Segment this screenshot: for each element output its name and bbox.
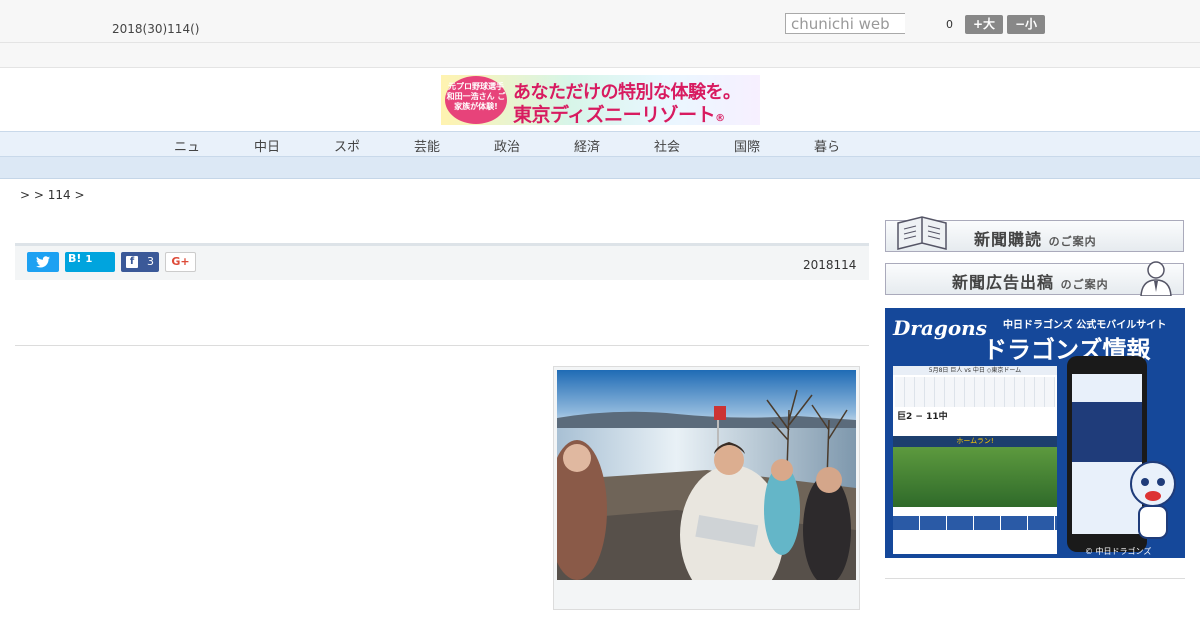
nav-item-9[interactable]: 暮ら (807, 136, 847, 155)
twitter-icon (36, 256, 50, 268)
search-input[interactable] (785, 13, 905, 34)
phone-hero-image (1072, 402, 1142, 462)
advertising-button[interactable]: 新聞広告出稿 のご案内 (885, 261, 1184, 296)
dragons-logo: Dragons (893, 316, 987, 340)
hatena-bookmark-button[interactable]: B! 1 (65, 252, 115, 272)
lake-shore-photo (557, 370, 856, 580)
facebook-icon: f (126, 256, 138, 268)
current-date: 2018(30)114() (112, 22, 200, 36)
subscription-label: 新聞購読 のご案内 (974, 226, 1097, 250)
businessman-icon (1140, 261, 1172, 296)
subscription-button[interactable]: 新聞購読 のご案内 (885, 216, 1184, 252)
nav-item-6[interactable]: 経済 (567, 136, 607, 155)
scoreboard-screen: 5月8日 巨人 vs 中日 ◇東京ドーム 巨2 − 11中 ホームラン! (893, 366, 1057, 554)
article-photo[interactable] (557, 370, 856, 580)
facebook-share-button[interactable]: f 3 (121, 252, 159, 272)
nav-item-1[interactable]: ニュ (167, 136, 207, 155)
google-plus-button[interactable]: G+ (165, 252, 196, 272)
dragons-mobile-ad[interactable]: Dragons 中日ドラゴンズ 公式モバイルサイト ドラゴンズ情報 5月8日 巨… (885, 308, 1185, 558)
dragons-copyright: © 中日ドラゴンズ (1085, 547, 1152, 556)
nav-item-7[interactable]: 社会 (647, 136, 687, 155)
banner-brand: 東京ディズニーリゾート® (513, 100, 725, 125)
font-smaller-button[interactable]: −小 (1007, 15, 1045, 34)
article-date: 2018114 (803, 258, 857, 272)
inning-table (895, 377, 1055, 407)
hatena-count: 1 (85, 254, 93, 265)
nav-item-4[interactable]: 芸能 (407, 136, 447, 155)
homerun-banner: ホームラン! (893, 436, 1057, 447)
nav-item-5[interactable]: 政治 (487, 136, 527, 155)
font-larger-button[interactable]: +大 (965, 15, 1003, 34)
sub-header-band (0, 43, 1200, 68)
mascot-dorarara (1125, 458, 1181, 542)
sub-nav (0, 157, 1200, 179)
nav-item-8[interactable]: 国際 (727, 136, 767, 155)
dragons-headline-small: 中日ドラゴンズ 公式モバイルサイト (1003, 320, 1167, 331)
registered-mark: ® (715, 113, 725, 124)
banner-brand-text: 東京ディズニーリゾート (513, 104, 716, 125)
nav-item-2[interactable]: 中日 (247, 136, 287, 155)
counter: 0 (946, 18, 953, 31)
menu-strip (893, 516, 1057, 530)
twitter-share-button[interactable] (27, 252, 59, 272)
disney-banner-ad[interactable]: 元プロ野球選手 和田一浩さん ご家族が体験! あなただけの特別な体験を。 東京デ… (441, 75, 760, 125)
breadcrumb[interactable]: > > 114 > (20, 188, 85, 202)
main-nav: ニュ 中日 スポ 芸能 政治 経済 社会 国際 暮ら (0, 131, 1200, 157)
subscription-sub-text: のご案内 (1048, 235, 1097, 248)
nav-item-3[interactable]: スポ (327, 136, 367, 155)
advertising-label: 新聞広告出稿 のご案内 (952, 269, 1109, 293)
subscription-main-text: 新聞購読 (974, 230, 1043, 249)
advertising-sub-text: のご案内 (1060, 278, 1109, 291)
share-bar: B! 1 f 3 G+ 2018114 (15, 243, 869, 280)
facebook-count: 3 (147, 255, 154, 268)
newspaper-icon (897, 216, 947, 250)
hatena-label: B! (68, 252, 82, 265)
game-score: 巨2 − 11中 (897, 412, 948, 422)
field-graphic (893, 447, 1057, 507)
content-divider (15, 345, 869, 346)
sidebar-divider (885, 578, 1185, 579)
article-photo-frame (553, 366, 860, 610)
game-title: 5月8日 巨人 vs 中日 ◇東京ドーム (893, 366, 1057, 375)
advertising-main-text: 新聞広告出稿 (952, 273, 1055, 292)
banner-badge: 元プロ野球選手 和田一浩さん ご家族が体験! (445, 76, 507, 124)
